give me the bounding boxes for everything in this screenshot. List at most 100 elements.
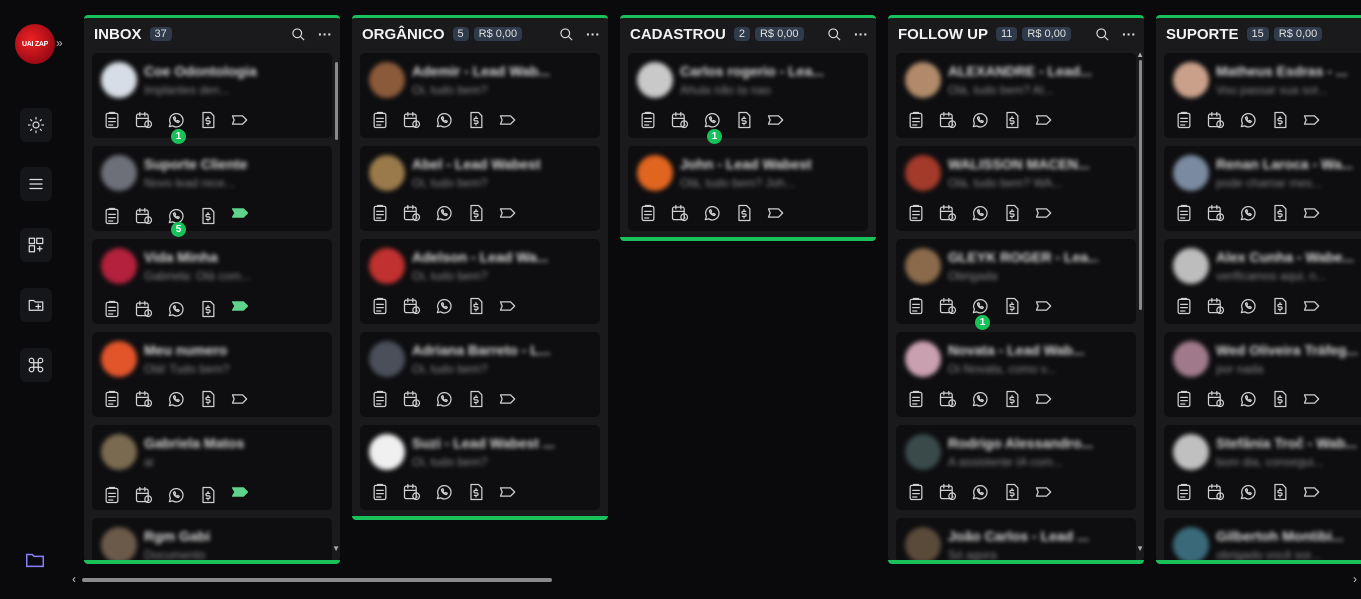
whatsapp-icon[interactable] [970, 482, 990, 502]
tag-icon[interactable] [1034, 389, 1054, 409]
notes-icon[interactable] [370, 296, 390, 316]
whatsapp-icon[interactable] [434, 389, 454, 409]
tag-icon[interactable] [1034, 110, 1054, 130]
notes-icon[interactable] [638, 203, 658, 223]
notes-icon[interactable] [906, 389, 926, 409]
scroll-right-arrow[interactable]: › [1353, 572, 1357, 586]
money-document-icon[interactable] [734, 203, 754, 223]
search-icon[interactable] [827, 27, 842, 42]
more-options-icon[interactable]: ··· [318, 26, 332, 42]
money-document-icon[interactable] [1002, 110, 1022, 130]
more-options-icon[interactable]: ··· [854, 26, 868, 42]
schedule-icon[interactable] [134, 110, 154, 130]
tag-icon[interactable] [1034, 203, 1054, 223]
lead-card[interactable]: Suporte Cliente Novo lead rece... 5 [92, 146, 332, 237]
notes-icon[interactable] [906, 296, 926, 316]
tag-icon[interactable] [766, 203, 786, 223]
notes-icon[interactable] [906, 482, 926, 502]
lead-card[interactable]: Adriana Barreto - L... Oi, tudo bem? [360, 332, 600, 417]
schedule-icon[interactable] [670, 203, 690, 223]
lead-card[interactable]: GLEYK ROGER - Lea... Obrigada 1 [896, 239, 1136, 330]
notes-icon[interactable] [1174, 203, 1194, 223]
lead-card[interactable]: Rgm Gabi Documento [92, 518, 332, 561]
menu-button[interactable] [20, 167, 52, 201]
schedule-icon[interactable] [670, 110, 690, 130]
search-icon[interactable] [1095, 27, 1110, 42]
tag-icon[interactable] [498, 296, 518, 316]
lead-card[interactable]: Novata - Lead Wab... Oi Novata, como v..… [896, 332, 1136, 417]
search-icon[interactable] [291, 27, 306, 42]
tag-icon[interactable] [230, 482, 250, 502]
notes-icon[interactable] [370, 482, 390, 502]
tag-icon[interactable] [498, 110, 518, 130]
notes-icon[interactable] [1174, 389, 1194, 409]
tag-icon[interactable] [230, 389, 250, 409]
notes-icon[interactable] [102, 299, 122, 319]
vertical-scrollbar[interactable] [1139, 60, 1142, 310]
lead-card[interactable]: Vida Minha Gabriela: Olá com... [92, 239, 332, 324]
folders-button[interactable] [24, 549, 46, 576]
notes-icon[interactable] [102, 110, 122, 130]
schedule-icon[interactable] [1206, 110, 1226, 130]
whatsapp-icon[interactable] [970, 203, 990, 223]
money-document-icon[interactable] [1270, 203, 1290, 223]
expand-sidebar-icon[interactable]: » [56, 36, 63, 50]
lead-card[interactable]: ALEXANDRE - Lead... Olá, tudo bem? Al... [896, 53, 1136, 138]
notes-icon[interactable] [102, 389, 122, 409]
tag-icon[interactable] [1302, 296, 1322, 316]
tag-icon[interactable] [230, 203, 250, 223]
schedule-icon[interactable] [1206, 203, 1226, 223]
kanban-board-button[interactable] [20, 228, 52, 262]
tag-icon[interactable] [1034, 482, 1054, 502]
notes-icon[interactable] [102, 485, 122, 505]
theme-toggle-button[interactable] [20, 108, 52, 142]
money-document-icon[interactable] [198, 299, 218, 319]
whatsapp-icon[interactable] [1238, 110, 1258, 130]
scroll-up-arrow[interactable]: ▲ [1136, 50, 1144, 59]
lead-card[interactable]: John - Lead Wabest Olá, tudo bem? Joh... [628, 146, 868, 231]
tag-icon[interactable] [1034, 296, 1054, 316]
whatsapp-icon[interactable] [1238, 203, 1258, 223]
lead-card[interactable]: Renan Laroca - Wa... pode chamar mes... [1164, 146, 1361, 231]
money-document-icon[interactable] [198, 110, 218, 130]
notes-icon[interactable] [370, 110, 390, 130]
whatsapp-icon[interactable] [434, 482, 454, 502]
money-document-icon[interactable] [466, 203, 486, 223]
whatsapp-icon[interactable] [166, 299, 186, 319]
notes-icon[interactable] [1174, 482, 1194, 502]
notes-icon[interactable] [1174, 296, 1194, 316]
lead-card[interactable]: Ademir - Lead Wab... Oi, tudo bem? [360, 53, 600, 138]
schedule-icon[interactable] [134, 389, 154, 409]
lead-card[interactable]: Alex Cunha - Wabe... verificamos aqui, n… [1164, 239, 1361, 324]
tag-icon[interactable] [498, 389, 518, 409]
whatsapp-icon[interactable] [970, 389, 990, 409]
money-document-icon[interactable] [1270, 389, 1290, 409]
schedule-icon[interactable] [1206, 296, 1226, 316]
money-document-icon[interactable] [1002, 203, 1022, 223]
schedule-icon[interactable] [938, 110, 958, 130]
schedule-icon[interactable] [1206, 389, 1226, 409]
notes-icon[interactable] [1174, 110, 1194, 130]
tag-icon[interactable] [1302, 389, 1322, 409]
horizontal-scrollbar[interactable] [82, 578, 552, 582]
whatsapp-icon[interactable] [434, 203, 454, 223]
money-document-icon[interactable] [1270, 296, 1290, 316]
lead-card[interactable]: Suzi - Lead Wabest ... Oi, tudo bem? [360, 425, 600, 510]
tag-icon[interactable] [1302, 110, 1322, 130]
tag-icon[interactable] [766, 110, 786, 130]
schedule-icon[interactable] [134, 485, 154, 505]
lead-card[interactable]: Gilbertoh Montibi... obrigado você sor..… [1164, 518, 1361, 561]
tag-icon[interactable] [230, 110, 250, 130]
lead-card[interactable]: Rodrigo Alessandro... A assistente IA co… [896, 425, 1136, 510]
whatsapp-icon[interactable] [166, 110, 186, 130]
command-button[interactable] [20, 348, 52, 382]
money-document-icon[interactable] [198, 485, 218, 505]
whatsapp-icon[interactable] [702, 203, 722, 223]
vertical-scrollbar[interactable] [335, 62, 338, 140]
whatsapp-icon[interactable] [970, 296, 990, 316]
app-logo[interactable]: UAI ZAP [15, 24, 55, 64]
money-document-icon[interactable] [1002, 482, 1022, 502]
money-document-icon[interactable] [1270, 482, 1290, 502]
lead-card[interactable]: Matheus Esdras - ... Vou passar sua sol.… [1164, 53, 1361, 138]
search-icon[interactable] [559, 27, 574, 42]
